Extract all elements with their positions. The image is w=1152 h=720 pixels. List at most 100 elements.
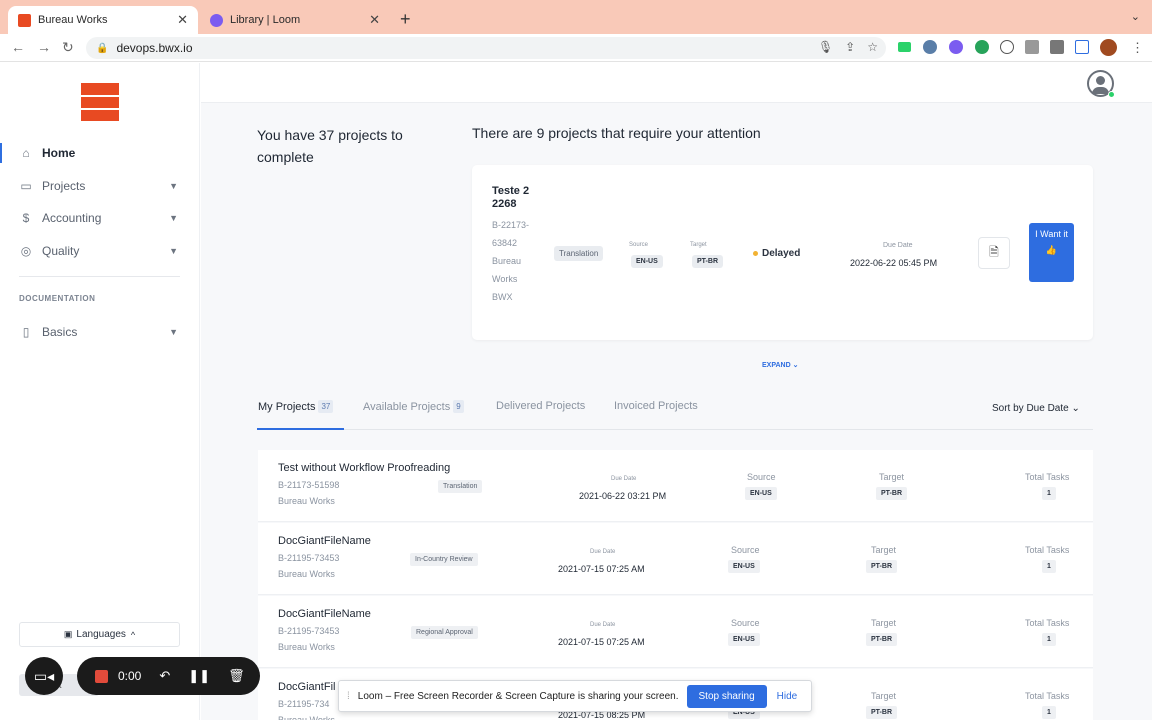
chevron-down-icon: ▼ (169, 327, 178, 337)
attention-project-name[interactable]: Teste 2 2268 (492, 185, 542, 211)
project-id: B-21173-51598 (278, 480, 340, 490)
tab-available-projects[interactable]: Available Projects 9 (363, 400, 464, 413)
document-button[interactable]: 🗎 (978, 237, 1010, 269)
source-language-badge: EN-US (728, 633, 760, 646)
close-tab-icon[interactable]: ✕ (177, 12, 188, 28)
chevron-down-icon: ⌄ (792, 362, 799, 369)
sidebar-item-quality[interactable]: ◎ Quality ▼ (0, 238, 200, 264)
project-client: Bureau Works (278, 569, 335, 579)
extension-circle-icon[interactable] (1000, 40, 1014, 54)
tab-title: Library | Loom (230, 14, 301, 26)
projects-to-complete-text: You have 37 projects to complete (257, 127, 403, 165)
tab-delivered-projects[interactable]: Delivered Projects (496, 400, 585, 412)
loom-camera-button[interactable]: ▭◂ (25, 657, 63, 695)
total-tasks-value: 1 (1042, 487, 1056, 500)
bureau-works-logo-icon[interactable] (81, 83, 119, 121)
project-name[interactable]: DocGiantFil (278, 681, 335, 693)
total-tasks-label: Total Tasks (1025, 472, 1070, 482)
extension-globe-icon[interactable] (923, 40, 937, 54)
source-language-badge: EN-US (631, 255, 663, 268)
table-row[interactable]: DocGiantFileName B-21195-73453 Bureau Wo… (258, 523, 1093, 595)
sharing-message: Loom – Free Screen Recorder & Screen Cap… (357, 690, 679, 702)
sort-dropdown[interactable]: Sort by Due Date ⌄ (992, 403, 1080, 414)
source-language-badge: EN-US (728, 560, 760, 573)
table-row[interactable]: Test without Workflow Proofreading B-211… (258, 450, 1093, 522)
address-bar[interactable]: 🔒 devops.bwx.io 🎙 ⇪ ☆ (86, 37, 886, 59)
sidebar-item-label: Quality (42, 244, 80, 258)
drag-handle-icon[interactable]: ⁞ (347, 691, 350, 702)
project-name[interactable]: Test without Workflow Proofreading (278, 462, 450, 474)
project-name[interactable]: DocGiantFileName (278, 608, 371, 620)
project-client: Bureau Works (278, 715, 335, 720)
chevron-down-icon: ▼ (169, 181, 178, 191)
target-language-badge: PT-BR (692, 255, 723, 268)
tab-title: Bureau Works (38, 14, 108, 26)
due-date-value: 2021-07-15 07:25 AM (558, 564, 645, 574)
tab-invoiced-projects[interactable]: Invoiced Projects (614, 400, 698, 412)
total-tasks-value: 1 (1042, 560, 1056, 573)
sidebar-item-projects[interactable]: ▭ Projects ▼ (0, 173, 200, 199)
expand-button[interactable]: EXPAND ⌄ (762, 361, 798, 369)
total-tasks-label: Total Tasks (1025, 545, 1070, 555)
thumbs-up-icon: 👍 (1045, 245, 1058, 255)
project-name[interactable]: DocGiantFileName (278, 535, 371, 547)
microphone-icon[interactable]: 🎙 (818, 40, 833, 54)
target-label: Target (871, 618, 897, 628)
back-arrow-icon[interactable]: ← (11, 39, 25, 55)
pause-icon[interactable]: ❚❚ (188, 668, 210, 684)
want-it-label: I Want it (1035, 229, 1068, 239)
browser-tab-loom[interactable]: Library | Loom ✕ (200, 6, 390, 34)
project-client: Bureau Works (278, 642, 335, 652)
reload-icon[interactable]: ↻ (62, 39, 74, 56)
chevron-down-icon: ▼ (169, 246, 178, 256)
tab-count-badge: 9 (453, 400, 464, 413)
sidebar-item-accounting[interactable]: $ Accounting ▼ (0, 205, 200, 231)
chevron-down-icon: ▼ (169, 213, 178, 223)
loom-recording-controls: 0:00 ↶ ❚❚ 🗑 (77, 657, 260, 695)
source-label: Source (731, 545, 760, 555)
chevron-down-icon[interactable]: ⌄ (1131, 10, 1140, 23)
forward-arrow-icon[interactable]: → (37, 39, 51, 55)
trash-icon[interactable]: 🗑 (228, 668, 245, 684)
attention-project-card: Teste 2 2268 B-22173-63842 Bureau Works … (472, 165, 1093, 340)
target-language-badge: PT-BR (876, 487, 907, 500)
table-row[interactable]: DocGiantFileName B-21195-73453 Bureau Wo… (258, 596, 1093, 668)
extension-loom-icon[interactable] (949, 40, 963, 54)
document-icon: 🗎 (989, 244, 999, 259)
share-icon[interactable]: ⇪ (845, 40, 855, 54)
plus-icon[interactable]: + (400, 9, 411, 30)
sidebar-item-home[interactable]: ⌂ Home (0, 140, 200, 166)
attention-title: There are 9 projects that require your a… (472, 125, 761, 141)
extension-grammar-icon[interactable] (975, 40, 989, 54)
status-dot (753, 251, 758, 256)
undo-icon[interactable]: ↶ (159, 668, 170, 684)
active-tab-indicator (257, 428, 344, 430)
stop-recording-icon[interactable] (95, 669, 108, 683)
sidebar-item-basics[interactable]: ▯ Basics ▼ (0, 319, 200, 345)
want-it-button[interactable]: I Want it 👍 (1029, 223, 1074, 282)
browser-menu-icon[interactable]: ⋮ (1131, 40, 1144, 56)
extension-screenshot-icon[interactable] (1025, 40, 1039, 54)
extensions-puzzle-icon[interactable] (1050, 40, 1064, 54)
sidebar-item-label: Accounting (42, 211, 102, 225)
profile-avatar[interactable] (1100, 39, 1117, 56)
total-tasks-label: Total Tasks (1025, 691, 1070, 701)
sidebar-item-label: Home (42, 146, 76, 160)
tab-my-projects[interactable]: My Projects 37 (258, 400, 334, 413)
due-date-value: 2022-06-22 05:45 PM (850, 258, 938, 268)
url-text: devops.bwx.io (116, 41, 193, 55)
stop-sharing-button[interactable]: Stop sharing (686, 684, 767, 708)
target-language-badge: PT-BR (866, 706, 897, 719)
workflow-type-badge: In-Country Review (410, 553, 478, 566)
languages-icon: ▣ (63, 629, 73, 639)
close-tab-icon[interactable]: ✕ (369, 12, 380, 28)
extension-drive-icon[interactable] (898, 42, 911, 52)
target-language-badge: PT-BR (866, 560, 897, 573)
browser-tab-bar: Bureau Works ✕ Library | Loom ✕ + ⌄ (0, 0, 1152, 34)
screen-sharing-notification: ⁞ Loom – Free Screen Recorder & Screen C… (338, 680, 812, 712)
languages-button[interactable]: ▣ Languages ^ (19, 622, 180, 647)
hide-button[interactable]: Hide (777, 691, 798, 702)
star-icon[interactable]: ☆ (867, 40, 878, 54)
browser-tab-bureau-works[interactable]: Bureau Works ✕ (8, 6, 198, 34)
sidebar-panel-icon[interactable] (1075, 40, 1089, 54)
